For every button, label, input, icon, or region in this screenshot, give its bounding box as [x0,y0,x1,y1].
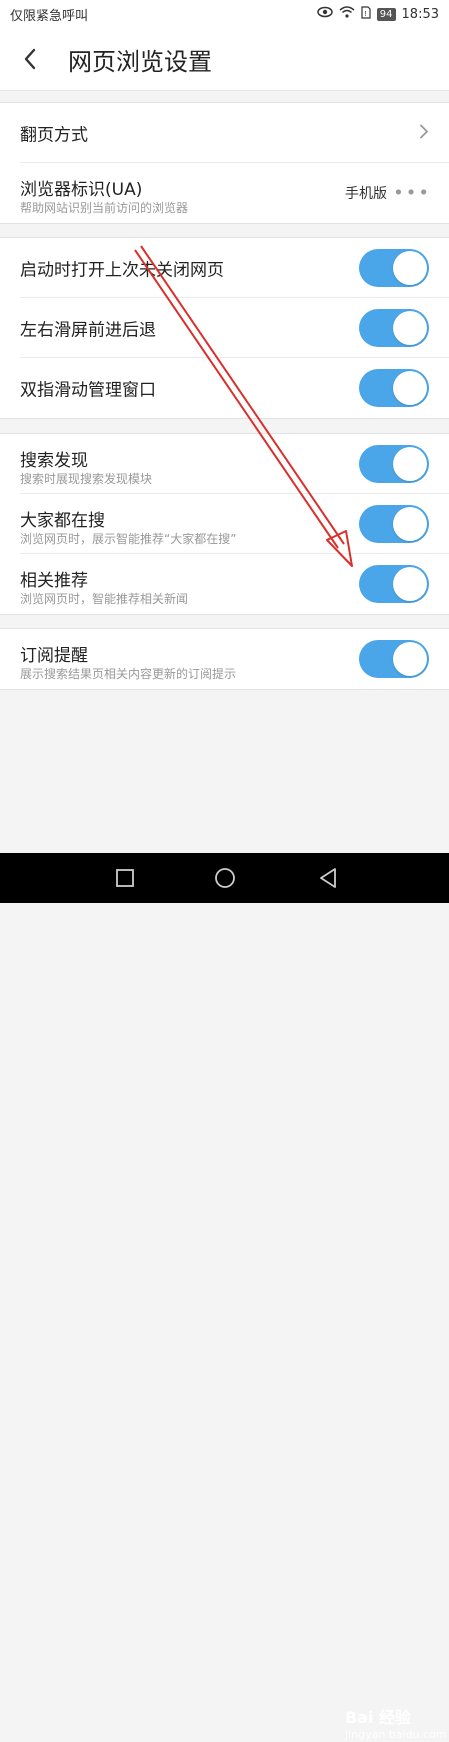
toggle-row: 左右滑屏前进后退 [20,298,449,358]
system-nav-bar: Bai 经验 jingyan.baidu.com [0,853,449,1741]
eye-icon [317,6,333,22]
ua-label: 浏览器标识(UA) [20,180,143,200]
toggle-row: 订阅提醒 展示搜索结果页相关内容更新的订阅提示 [20,629,449,689]
clock: 18:53 [401,6,439,22]
setting-description: 浏览网页时，展示智能推荐“大家都在搜” [20,532,237,546]
related-recommend-toggle[interactable] [359,565,429,603]
status-icons: ! 94 18:53 [317,5,439,23]
setting-label: 相关推荐 [20,571,88,591]
setting-label: 启动时打开上次未关闭网页 [20,260,224,280]
setting-label: 双指滑动管理窗口 [20,380,156,401]
setting-description: 搜索时展现搜索发现模块 [20,472,153,486]
toggle-row: 大家都在搜 浏览网页时，展示智能推荐“大家都在搜” [20,494,449,554]
top-app-bar: 网页浏览设置 [0,28,449,91]
setting-description: 浏览网页时，智能推荐相关新闻 [20,592,189,606]
page-flip-label: 翻页方式 [20,125,88,145]
watermark-url: jingyan.baidu.com [345,1728,447,1741]
watermark-brand: Bai 经验 [345,1708,412,1727]
setting-label: 搜索发现 [20,451,88,471]
back-icon[interactable] [298,853,358,903]
toggle-row: 搜索发现 搜索时展现搜索发现模块 [20,434,449,494]
settings-group-gestures: 启动时打开上次未关闭网页 左右滑屏前进后退 双指滑动管理窗口 [0,237,449,419]
carrier-text: 仅限紧急呼叫 [10,8,89,24]
battery-icon: 94 [376,7,396,21]
chevron-right-icon [419,120,429,145]
two-finger-toggle[interactable] [359,369,429,407]
more-dots-icon[interactable]: ••• [393,183,431,204]
page-flip-row[interactable]: 翻页方式 [20,103,449,163]
ua-description: 帮助网站识别当前访问的浏览器 [20,201,189,215]
wifi-icon [339,6,355,22]
trending-search-toggle[interactable] [359,504,429,543]
chevron-left-icon[interactable] [0,28,60,90]
setting-label: 左右滑屏前进后退 [20,320,156,340]
search-discovery-toggle[interactable] [359,444,429,483]
toggle-row: 启动时打开上次未关闭网页 [20,238,449,298]
restore-tabs-toggle[interactable] [359,248,429,287]
toggle-row: 相关推荐 浏览网页时，智能推荐相关新闻 [20,554,449,614]
swipe-nav-toggle[interactable] [359,308,429,347]
settings-group-search: 搜索发现 搜索时展现搜索发现模块 大家都在搜 浏览网页时，展示智能推荐“大家都在… [0,433,449,615]
svg-text:!: ! [364,10,367,18]
setting-description: 展示搜索结果页相关内容更新的订阅提示 [20,667,237,681]
subscription-reminder-toggle[interactable] [359,640,429,678]
toggle-row: 双指滑动管理窗口 [20,358,449,418]
ua-row[interactable]: 浏览器标识(UA) 帮助网站识别当前访问的浏览器 手机版 ••• [20,163,449,223]
baidu-jingyan-watermark: Bai 经验 jingyan.baidu.com [345,1708,447,1742]
settings-group-general: 翻页方式 浏览器标识(UA) 帮助网站识别当前访问的浏览器 手机版 ••• [0,102,449,224]
recent-apps-icon[interactable] [95,853,155,903]
setting-label: 大家都在搜 [20,511,105,531]
home-icon[interactable] [195,853,255,903]
ua-value: 手机版 [345,186,387,202]
setting-label: 订阅提醒 [20,646,88,666]
sim-icon: ! [361,5,371,23]
settings-group-subscription: 订阅提醒 展示搜索结果页相关内容更新的订阅提示 [0,628,449,690]
page-title: 网页浏览设置 [68,47,212,76]
status-bar: 仅限紧急呼叫 ! 94 18:53 [0,0,449,28]
